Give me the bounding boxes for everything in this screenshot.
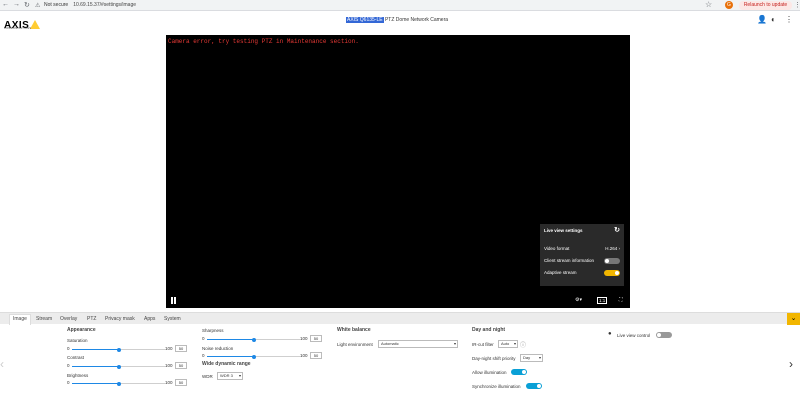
brightness-slider[interactable] [72, 381, 165, 386]
fullscreen-icon[interactable]: ⛶ [619, 297, 623, 303]
live-view-control-label: Live view control [617, 333, 651, 338]
contrast-min: 0 [67, 363, 70, 368]
day-night-shift-select[interactable]: Day ▾ [520, 354, 543, 362]
video-format-value: H.264 [605, 246, 618, 251]
chevron-right-icon: › [618, 246, 621, 251]
noise-reduction-max: 100 [300, 353, 308, 358]
allow-illumination-label: Allow illumination [472, 370, 507, 375]
contrast-max: 100 [165, 363, 173, 368]
sharpness-input[interactable]: 50 [310, 335, 322, 342]
back-icon[interactable]: ← [2, 1, 9, 8]
warning-icon[interactable]: ⚠ [35, 2, 40, 9]
ir-cut-filter-select[interactable]: Auto ▾ [498, 340, 518, 348]
profile-avatar[interactable]: G [725, 1, 733, 9]
saturation-max: 100 [165, 346, 173, 351]
location-pin-icon: ● [608, 331, 612, 337]
settings-tabs: Image Stream Overlay PTZ Privacy mask Ap… [0, 312, 800, 325]
image-settings-panel: ‹ › Appearance Saturation 0 100 50 Contr… [0, 324, 800, 403]
synchronize-illumination-label: Synchronize illumination [472, 384, 521, 389]
appearance-heading: Appearance [67, 327, 96, 333]
logo-tagline: COMMUNICATIONS [4, 27, 32, 30]
model-name: AXIS Q6135-LE [346, 17, 384, 23]
live-view-control-toggle[interactable] [656, 332, 672, 338]
brightness-input[interactable]: 50 [175, 379, 187, 386]
synchronize-illumination-toggle[interactable] [526, 383, 542, 389]
contrast-label: Contrast [67, 355, 85, 360]
logo-triangle-icon [30, 20, 41, 29]
light-environment-value: Automatic [381, 341, 399, 346]
chevron-down-icon: ▾ [513, 341, 516, 346]
ir-cut-filter-value: Auto [501, 341, 510, 346]
scroll-right-icon[interactable]: › [789, 357, 793, 371]
saturation-slider[interactable] [72, 347, 165, 352]
refresh-icon[interactable]: ↻ [614, 227, 620, 235]
saturation-min: 0 [67, 346, 70, 351]
aspect-ratio-button[interactable]: 1:1 [597, 297, 608, 304]
sharpness-slider[interactable] [207, 337, 300, 342]
client-stream-label: Client stream information [544, 258, 595, 263]
brightness-label: Brightness [67, 373, 89, 378]
brightness-min: 0 [67, 380, 70, 385]
noise-reduction-slider[interactable] [207, 354, 300, 359]
sharpness-max: 100 [300, 336, 308, 341]
device-title: PTZ Dome Network Camera [384, 17, 449, 23]
page-title: AXIS Q6135-LE PTZ Dome Network Camera [346, 17, 448, 23]
contrast-input[interactable]: 50 [175, 362, 187, 369]
reload-icon[interactable]: ↻ [24, 1, 30, 9]
chevron-down-icon: ▾ [453, 341, 456, 346]
live-view-settings-panel: Live view settings ↻ Video format H.264 › … [540, 224, 624, 286]
scroll-left-icon[interactable]: ‹ [0, 357, 4, 371]
more-icon[interactable]: ⋮ [785, 15, 793, 24]
camera-error-message: Camera error, try testing PTZ in Mainten… [168, 38, 359, 45]
sharpness-min: 0 [202, 336, 205, 341]
saturation-input[interactable]: 50 [175, 345, 187, 352]
adaptive-stream-toggle[interactable] [604, 270, 620, 276]
forward-icon[interactable]: → [13, 1, 20, 8]
day-night-heading: Day and night [472, 327, 506, 333]
contrast-slider[interactable] [72, 364, 165, 369]
client-stream-toggle[interactable] [604, 258, 620, 264]
chevron-down-icon: ▾ [238, 373, 241, 378]
wdr-heading: Wide dynamic range [202, 361, 251, 367]
chevron-down-icon: ▾ [538, 355, 541, 360]
adaptive-stream-label: Adaptive stream [544, 270, 577, 275]
brightness-max: 100 [165, 380, 173, 385]
adaptive-stream-row: Adaptive stream [544, 269, 620, 277]
light-environment-select[interactable]: Automatic ▾ [378, 340, 458, 348]
app-header: AXIS COMMUNICATIONS AXIS Q6135-LE PTZ Do… [0, 12, 800, 32]
ir-cut-filter-label: IR-cut filter [472, 342, 494, 347]
sharpness-label: Sharpness [202, 328, 224, 333]
live-view-settings-title: Live view settings ↻ [544, 227, 620, 235]
browser-menu-icon[interactable]: ⋮ [794, 1, 800, 9]
light-environment-label: Light environment [337, 342, 373, 347]
day-night-shift-value: Day [523, 355, 531, 360]
relaunch-button[interactable]: Relaunch to update [739, 1, 792, 10]
day-night-shift-label: Day-night shift priority [472, 356, 516, 361]
video-format-row[interactable]: Video format H.264 › [544, 245, 620, 253]
user-icon[interactable]: 👤 [757, 15, 767, 24]
wdr-select[interactable]: WDR 3 ▾ [217, 372, 243, 380]
pause-button[interactable] [170, 297, 177, 304]
info-icon[interactable]: ⓘ [520, 340, 526, 349]
white-balance-heading: White balance [337, 327, 371, 333]
stream-settings-icon[interactable]: ⚙▾ [575, 297, 582, 303]
theme-icon[interactable]: ◐ [771, 15, 776, 24]
live-view[interactable]: Camera error, try testing PTZ in Mainten… [166, 35, 630, 308]
client-stream-row: Client stream information [544, 257, 620, 265]
not-secure-label: Not secure [44, 2, 69, 8]
allow-illumination-toggle[interactable] [511, 369, 527, 375]
video-format-label: Video format [544, 246, 570, 251]
address-bar[interactable]: Not secure 10.69.15.37/#settings/image [44, 2, 136, 8]
browser-bar: ← → ↻ ⚠ Not secure 10.69.15.37/#settings/… [0, 0, 800, 11]
saturation-label: Saturation [67, 338, 88, 343]
noise-reduction-min: 0 [202, 353, 205, 358]
bookmark-star-icon[interactable]: ☆ [705, 0, 712, 9]
noise-reduction-input[interactable]: 50 [310, 352, 322, 359]
noise-reduction-label: Noise reduction [202, 346, 234, 351]
url-text: 10.69.15.37/#settings/image [73, 2, 137, 8]
wdr-value: WDR 3 [220, 373, 233, 378]
wdr-label: WDR [202, 374, 213, 379]
axis-logo: AXIS COMMUNICATIONS [4, 15, 41, 33]
